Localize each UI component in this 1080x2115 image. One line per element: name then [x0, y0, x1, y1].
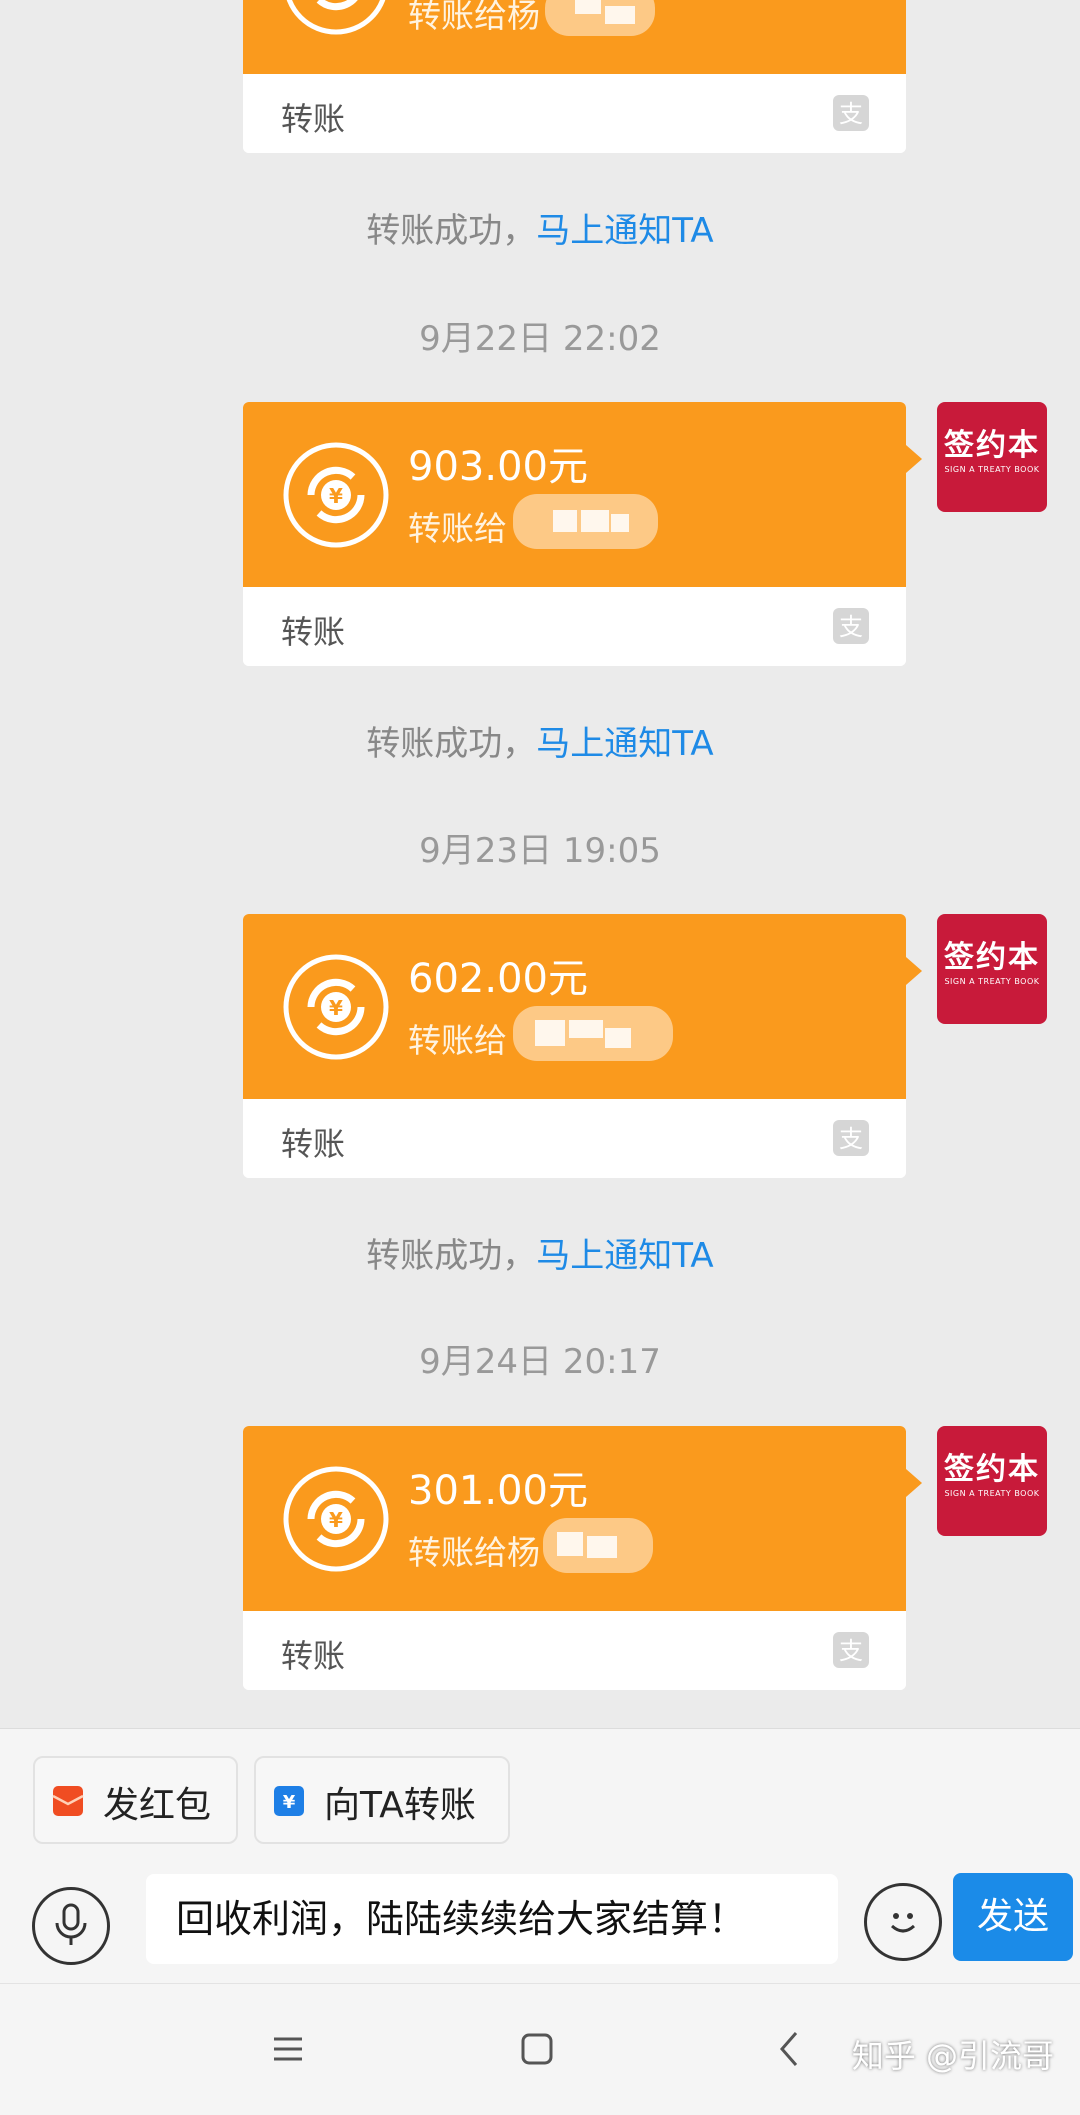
transfer-card-footer: 转账 支 — [243, 74, 906, 153]
transfer-recipient: 转账给杨 — [408, 1533, 540, 1572]
back-icon[interactable] — [760, 2019, 820, 2079]
status-text: 转账成功， — [366, 1236, 537, 1276]
transfer-to-ta-button[interactable]: ¥ 向TA转账 — [254, 1756, 510, 1844]
transfer-yen-icon: ¥ — [283, 954, 389, 1060]
transfer-type-label: 转账 — [281, 613, 346, 651]
redacted-blur — [513, 494, 658, 549]
transfer-card-footer: 转账 支 — [243, 1611, 906, 1690]
red-packet-button[interactable]: 发红包 — [33, 1756, 238, 1844]
avatar[interactable]: 签约本 SIGN A TREATY BOOK — [937, 914, 1047, 1024]
svg-text:支: 支 — [839, 1125, 863, 1153]
transfer-card-header: ¥ 301.00元 转账给杨 — [243, 1426, 906, 1611]
timestamp: 9月24日 20:17 — [419, 1342, 661, 1382]
svg-text:支: 支 — [839, 1637, 863, 1665]
transfer-type-label: 转账 — [281, 1125, 346, 1163]
transfer-card-header: ¥ 602.00元 转账给 — [243, 914, 906, 1099]
avatar-subtitle: SIGN A TREATY BOOK — [944, 977, 1040, 986]
redacted-blur — [543, 1518, 653, 1573]
alipay-icon: 支 — [833, 1632, 869, 1668]
transfer-card-footer: 转账 支 — [243, 587, 906, 666]
home-icon[interactable] — [507, 2019, 567, 2079]
redacted-blur — [545, 0, 655, 36]
transfer-yen-icon: ¥ — [283, 442, 389, 548]
transfer-amount: 602.00元 — [408, 956, 588, 1002]
microphone-icon — [55, 1903, 87, 1945]
avatar[interactable]: 签约本 SIGN A TREATY BOOK — [937, 1426, 1047, 1536]
status-text: 转账成功， — [366, 724, 537, 764]
alipay-icon: 支 — [833, 1120, 869, 1156]
transfer-card[interactable]: ¥ 301.00元 转账给杨 转账 支 — [243, 1426, 906, 1690]
status-text: 转账成功， — [366, 211, 537, 251]
bubble-tail — [906, 445, 922, 473]
transfer-success-notice: 转账成功，马上通知TA — [0, 203, 1080, 252]
red-packet-label: 发红包 — [103, 1785, 212, 1826]
transfer-icon: ¥ — [274, 1786, 304, 1816]
notify-link[interactable]: 马上通知TA — [536, 724, 713, 764]
transfer-card[interactable]: ¥ 转账给杨 转账 支 — [243, 0, 906, 153]
avatar-title: 签约本 — [944, 940, 1040, 975]
voice-button[interactable] — [32, 1887, 110, 1965]
avatar[interactable]: 签约本 SIGN A TREATY BOOK — [937, 402, 1047, 512]
transfer-yen-icon: ¥ — [283, 1466, 389, 1572]
timestamp: 9月23日 19:05 — [419, 831, 661, 871]
red-packet-icon — [52, 1786, 84, 1816]
transfer-card[interactable]: ¥ 903.00元 转账给 转账 支 — [243, 402, 906, 666]
bubble-tail — [906, 957, 922, 985]
avatar-title: 签约本 — [944, 1452, 1040, 1487]
watermark: 知乎 @引流哥 — [851, 2037, 1054, 2075]
avatar-subtitle: SIGN A TREATY BOOK — [944, 465, 1040, 474]
transfer-recipient: 转账给 — [408, 1021, 507, 1060]
transfer-success-notice: 转账成功，马上通知TA — [0, 716, 1080, 765]
avatar-title: 签约本 — [944, 428, 1040, 463]
avatar-subtitle: SIGN A TREATY BOOK — [944, 1489, 1040, 1498]
transfer-card-footer: 转账 支 — [243, 1099, 906, 1178]
transfer-type-label: 转账 — [281, 1637, 346, 1675]
alipay-icon: 支 — [833, 95, 869, 131]
transfer-yen-icon: ¥ — [286, 0, 386, 35]
transfer-recipient: 转账给杨 — [408, 0, 540, 35]
svg-text:¥: ¥ — [329, 996, 343, 1020]
message-input[interactable]: 回收利润，陆陆续续给大家结算！ — [146, 1874, 838, 1964]
svg-text:支: 支 — [839, 100, 863, 128]
menu-icon[interactable] — [258, 2019, 318, 2079]
transfer-success-notice: 转账成功，马上通知TA — [0, 1228, 1080, 1277]
transfer-card[interactable]: ¥ 602.00元 转账给 转账 支 — [243, 914, 906, 1178]
smiley-icon — [890, 1913, 916, 1933]
svg-text:支: 支 — [839, 613, 863, 641]
transfer-card-header: ¥ 903.00元 转账给 — [243, 402, 906, 587]
transfer-to-ta-label: 向TA转账 — [324, 1785, 476, 1826]
transfer-type-label: 转账 — [281, 100, 346, 138]
transfer-recipient: 转账给 — [408, 509, 507, 548]
notify-link[interactable]: 马上通知TA — [536, 1236, 713, 1276]
notify-link[interactable]: 马上通知TA — [536, 211, 713, 251]
transfer-amount: 903.00元 — [408, 444, 588, 490]
alipay-icon: 支 — [833, 608, 869, 644]
redacted-blur — [513, 1006, 673, 1061]
svg-text:¥: ¥ — [283, 1792, 296, 1813]
svg-text:¥: ¥ — [329, 484, 343, 508]
svg-text:¥: ¥ — [329, 1508, 343, 1532]
emoji-button[interactable] — [864, 1883, 942, 1961]
send-button[interactable]: 发送 — [953, 1873, 1073, 1961]
timestamp: 9月22日 22:02 — [419, 319, 661, 359]
bubble-tail — [906, 1469, 922, 1497]
transfer-amount: 301.00元 — [408, 1468, 588, 1514]
chat-area: ¥ 转账给杨 转账 支 转账成功，马上通知TA 9月22日 22:02 — [0, 0, 1080, 1728]
transfer-card-header: ¥ 转账给杨 — [243, 0, 906, 74]
